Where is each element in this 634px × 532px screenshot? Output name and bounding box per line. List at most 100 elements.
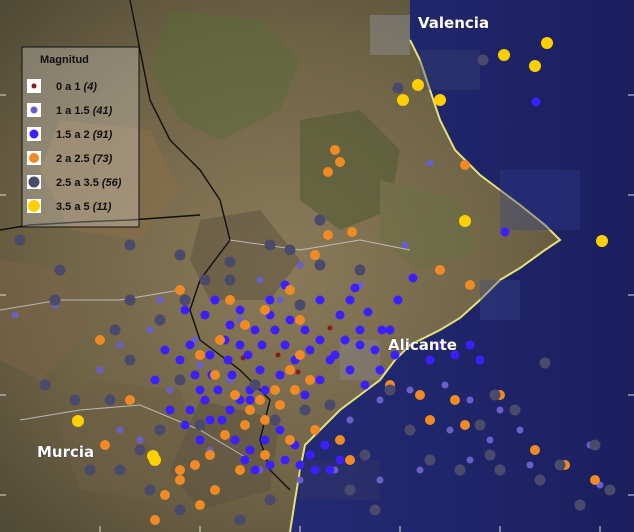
earthquake-point: [496, 406, 504, 414]
earthquake-point: [296, 476, 304, 484]
earthquake-point: [404, 424, 416, 436]
earthquake-point: [376, 396, 384, 404]
earthquake-point: [124, 354, 136, 366]
earthquake-point: [109, 324, 121, 336]
earthquake-point: [509, 404, 521, 416]
earthquake-point: [154, 424, 166, 436]
earthquake-point: [260, 305, 270, 315]
earthquake-point: [49, 294, 61, 306]
earthquake-point: [240, 420, 250, 430]
earthquake-point: [541, 37, 553, 49]
earthquake-point: [124, 294, 136, 306]
earthquake-point: [354, 264, 366, 276]
earthquake-point: [604, 484, 616, 496]
earthquake-point: [446, 426, 454, 434]
earthquake-point: [484, 449, 496, 461]
earthquake-point: [526, 461, 534, 469]
earthquake-point: [474, 419, 486, 431]
earthquake-point: [285, 285, 295, 295]
earthquake-point: [260, 415, 270, 425]
earthquake-point: [596, 235, 608, 247]
earthquake-point: [425, 415, 435, 425]
legend-swatch: [30, 106, 38, 114]
legend-label: 2.5 a 3.5 (56): [56, 177, 122, 189]
earthquake-point: [370, 345, 380, 355]
earthquake-point: [498, 49, 510, 61]
earthquake-point: [460, 420, 470, 430]
earthquake-point: [200, 310, 210, 320]
earthquake-point: [195, 350, 205, 360]
earthquake-point: [234, 514, 246, 526]
city-label-alicante: Alicante: [388, 336, 457, 354]
earthquake-point: [225, 295, 235, 305]
earthquake-point: [335, 310, 345, 320]
earthquake-point: [393, 295, 403, 305]
earthquake-point: [205, 350, 215, 360]
earthquake-point: [392, 82, 404, 94]
earthquake-point: [310, 250, 320, 260]
earthquake-point: [359, 449, 371, 461]
legend-label: 3.5 a 5 (11): [56, 201, 112, 213]
earthquake-point: [434, 94, 446, 106]
earthquake-point: [257, 340, 267, 350]
earthquake-point: [500, 227, 510, 237]
earthquake-point: [194, 419, 206, 431]
earthquake-point: [340, 335, 350, 345]
earthquake-point: [175, 355, 185, 365]
earthquake-point: [376, 476, 384, 484]
earthquake-point: [196, 361, 204, 369]
earthquake-point: [285, 315, 295, 325]
earthquake-point: [215, 335, 225, 345]
earthquake-point: [345, 455, 355, 465]
earthquake-point: [249, 379, 261, 391]
earthquake-point: [199, 274, 211, 286]
earthquake-point: [466, 396, 474, 404]
earthquake-point: [179, 294, 191, 306]
legend: Magnitud 0 a 1 (4) 1 a 1.5 (41) 1.5 a 2 (9…: [21, 46, 140, 228]
earthquake-point: [554, 459, 566, 471]
earthquake-point: [220, 430, 230, 440]
earthquake-point: [95, 335, 105, 345]
legend-label: 2 a 2.5 (73): [56, 153, 113, 165]
earthquake-point: [385, 325, 395, 335]
earthquake-point: [529, 60, 541, 72]
earthquake-point: [530, 445, 540, 455]
earthquake-point: [225, 405, 235, 415]
earthquake-point: [276, 296, 284, 304]
earthquake-point: [223, 355, 233, 365]
earthquake-point: [384, 384, 396, 396]
earthquake-point: [327, 325, 333, 331]
earthquake-point: [310, 465, 320, 475]
earthquake-point: [265, 460, 275, 470]
legend-swatch: [28, 200, 40, 212]
earthquake-point: [305, 450, 315, 460]
earthquake-point: [401, 241, 409, 249]
earthquake-point: [314, 214, 326, 226]
earthquake-point: [245, 445, 255, 455]
earthquake-point: [245, 405, 255, 415]
earthquake-point: [412, 79, 424, 91]
earthquake-point: [465, 280, 475, 290]
earthquake-point: [165, 405, 175, 415]
earthquake-point: [310, 425, 320, 435]
earthquake-point: [255, 365, 265, 375]
earthquake-point: [260, 450, 270, 460]
earthquake-point: [494, 464, 506, 476]
earthquake-point: [363, 307, 373, 317]
earthquake-point: [54, 264, 66, 276]
earthquake-point: [589, 439, 601, 451]
legend-label: 1 a 1.5 (41): [56, 105, 113, 117]
earthquake-point: [295, 350, 305, 360]
earthquake-point: [294, 299, 306, 311]
earthquake-point: [574, 499, 586, 511]
earthquake-point: [323, 230, 333, 240]
earthquake-point: [406, 386, 414, 394]
earthquake-point: [315, 295, 325, 305]
earthquake-point: [144, 484, 156, 496]
earthquake-point: [125, 395, 135, 405]
earthquake-point: [160, 345, 170, 355]
earthquake-point: [265, 295, 275, 305]
earthquake-point: [275, 352, 281, 358]
earthquake-point: [280, 340, 290, 350]
earthquake-point: [116, 341, 124, 349]
